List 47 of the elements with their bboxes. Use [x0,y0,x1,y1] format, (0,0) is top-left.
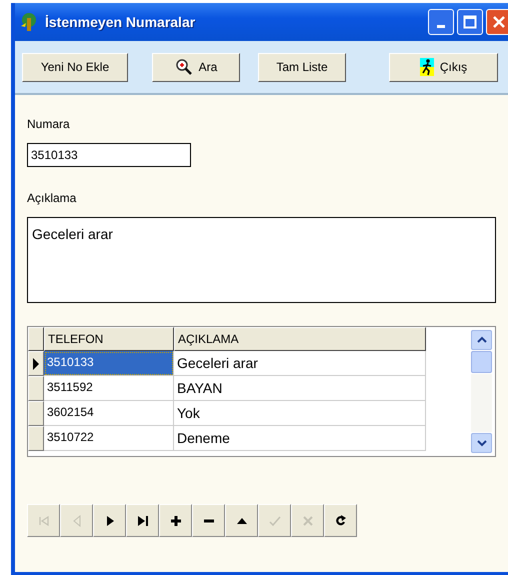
search-icon [174,58,193,76]
cross-icon [302,514,314,526]
column-header[interactable]: TELEFON [44,327,174,351]
back-triangle-icon [70,514,82,526]
number-field[interactable]: 3510133 [27,143,191,167]
toolbar-button[interactable]: Yeni No Ekle [22,52,128,82]
navigator-button[interactable] [192,504,225,537]
plus-icon [170,514,182,526]
app-icon [19,12,39,32]
window-title: İstenmeyen Numaralar [45,14,196,30]
minimize-button[interactable] [428,9,454,35]
scrollbar-thumb[interactable] [471,351,492,373]
table-cell: 3511592 [44,376,174,401]
check-icon [268,514,280,526]
refresh-icon [334,514,346,526]
maximize-button[interactable] [457,9,483,35]
close-icon [492,15,506,29]
field-label: Numara [27,117,71,131]
row-indicator[interactable] [28,351,44,376]
table-cell: 3510133 [44,351,174,376]
close-button[interactable] [486,9,508,35]
caret-down-icon [476,439,486,447]
maximize-icon [463,15,477,29]
table-cell: BAYAN [174,376,426,401]
navigator-button[interactable] [126,504,159,537]
vertical-scrollbar[interactable] [471,330,492,453]
navigator-button[interactable] [225,504,258,537]
navigator-button[interactable] [159,504,192,537]
caret-up-icon [476,336,486,344]
navigator-button[interactable] [324,504,357,537]
table-cell: Yok [174,401,426,426]
field-label: Açıklama [27,191,78,205]
description-field[interactable]: Geceleri arar [27,217,496,303]
toolbar-button[interactable]: Ara [152,52,240,82]
table-cell: Geceleri arar [174,351,426,376]
toolbar-button[interactable]: Çıkış [389,52,498,82]
table-cell: Deneme [174,426,426,451]
table-cell: 3510722 [44,426,174,451]
table-cell: 3602154 [44,401,174,426]
column-header[interactable]: AÇIKLAMA [174,327,426,351]
toolbar-button[interactable]: Tam Liste [258,52,346,82]
navigator-button[interactable] [93,504,126,537]
minimize-icon [437,25,445,28]
skip-forward-icon [136,514,148,526]
skip-back-icon [38,514,50,526]
running-man-icon [420,58,434,76]
current-row-icon [33,358,39,370]
